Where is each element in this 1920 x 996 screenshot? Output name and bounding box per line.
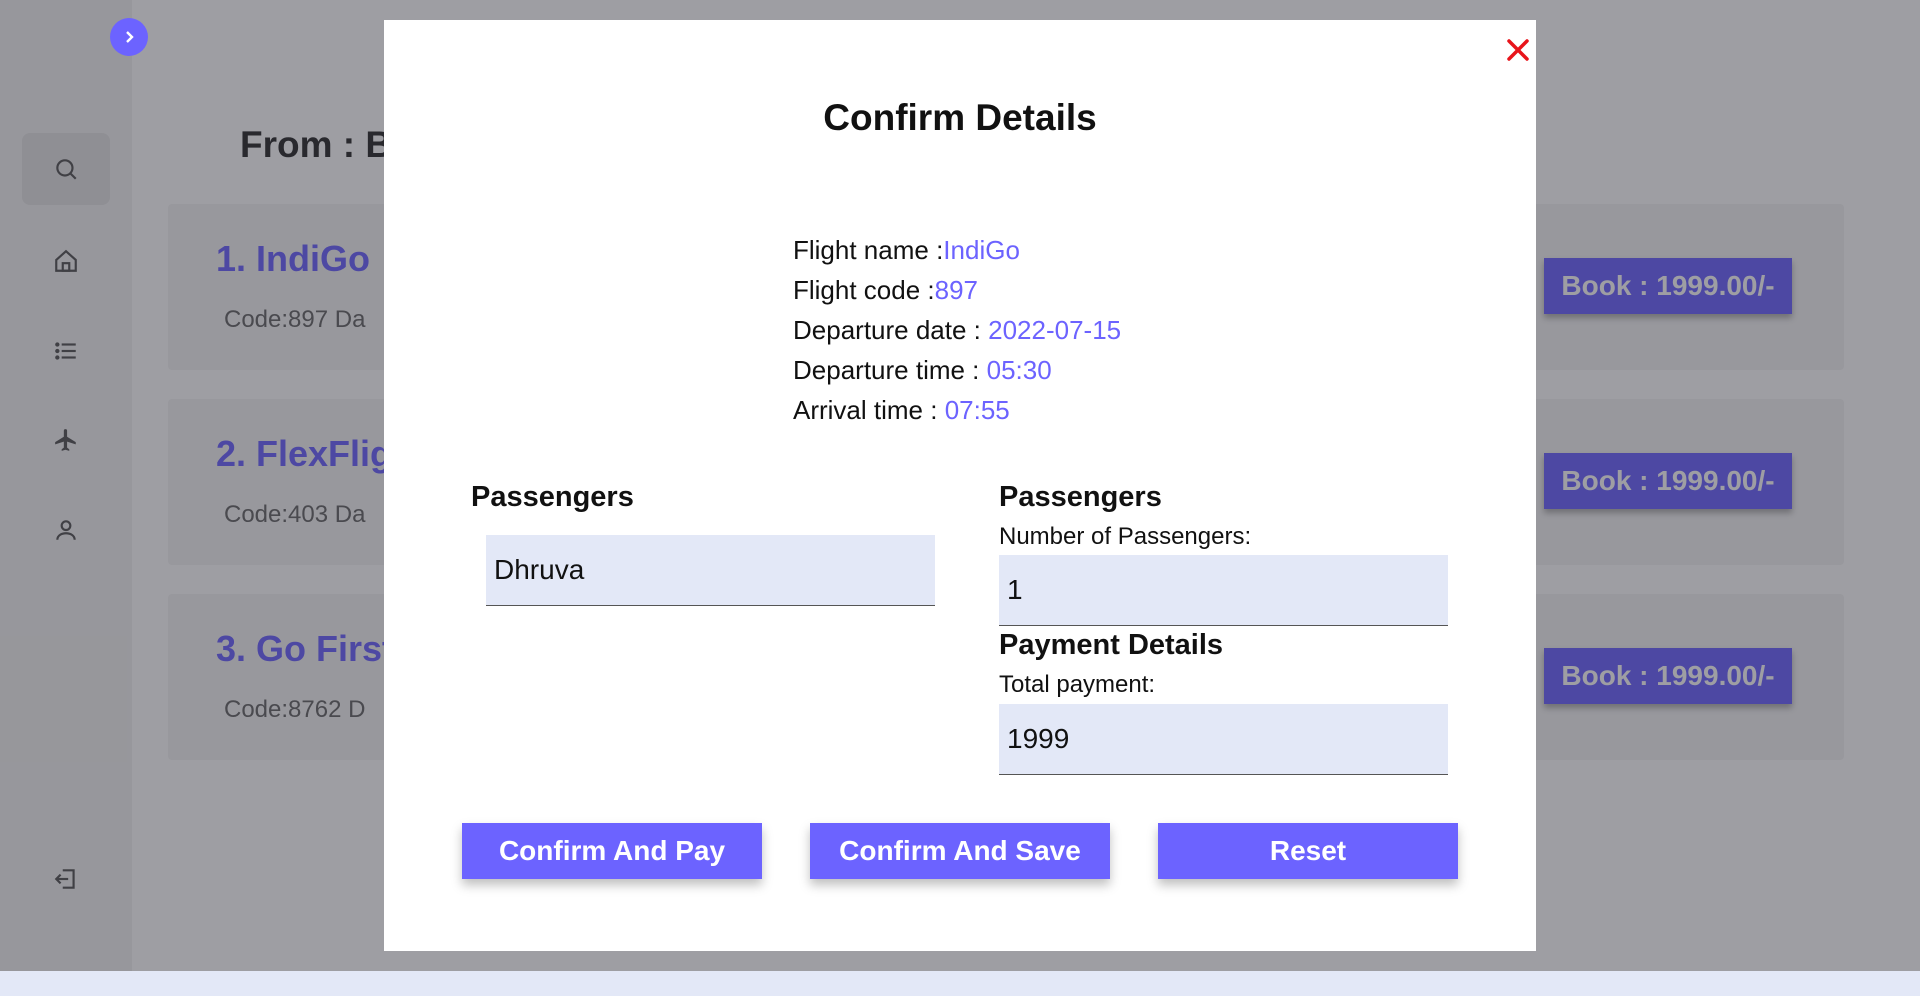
arrival-time-value: 07:55 [944, 395, 1010, 425]
confirm-details-modal: Confirm Details Flight name :IndiGo Flig… [384, 20, 1536, 951]
passenger-name-input[interactable] [486, 535, 935, 606]
chevron-right-icon [126, 31, 134, 43]
passengers-count-heading: Passengers [999, 481, 1162, 513]
passenger-count-input[interactable] [999, 555, 1448, 626]
flight-name-row: Flight name :IndiGo [793, 230, 1121, 270]
close-icon [1507, 39, 1529, 61]
flight-code-row: Flight code :897 [793, 270, 1121, 310]
departure-time-value: 05:30 [986, 355, 1052, 385]
flight-code-value: 897 [934, 275, 979, 305]
bottom-strip [0, 971, 1920, 996]
departure-date-label: Departure date : [793, 315, 989, 345]
departure-time-label: Departure time : [793, 355, 987, 385]
passengers-heading: Passengers [471, 481, 634, 513]
arrival-time-row: Arrival time : 07:55 [793, 390, 1121, 430]
total-payment-input[interactable] [999, 704, 1448, 775]
flight-name-label: Flight name : [793, 235, 944, 265]
sidebar-toggle-button[interactable] [110, 18, 148, 56]
reset-button[interactable]: Reset [1158, 823, 1458, 879]
departure-date-value: 2022-07-15 [988, 315, 1122, 345]
flight-name-value: IndiGo [943, 235, 1020, 265]
close-button[interactable] [1498, 30, 1538, 70]
passenger-count-label: Number of Passengers: [999, 523, 1252, 550]
total-payment-label: Total payment: [999, 671, 1156, 698]
confirm-and-save-button[interactable]: Confirm And Save [810, 823, 1110, 879]
arrival-time-label: Arrival time : [793, 395, 945, 425]
departure-date-row: Departure date : 2022-07-15 [793, 310, 1121, 350]
departure-time-row: Departure time : 05:30 [793, 350, 1121, 390]
payment-heading: Payment Details [999, 629, 1224, 661]
flight-code-label: Flight code : [793, 275, 935, 305]
flight-info: Flight name :IndiGo Flight code :897 Dep… [793, 230, 1121, 430]
confirm-and-pay-button[interactable]: Confirm And Pay [462, 823, 762, 879]
modal-title: Confirm Details [823, 97, 1097, 138]
